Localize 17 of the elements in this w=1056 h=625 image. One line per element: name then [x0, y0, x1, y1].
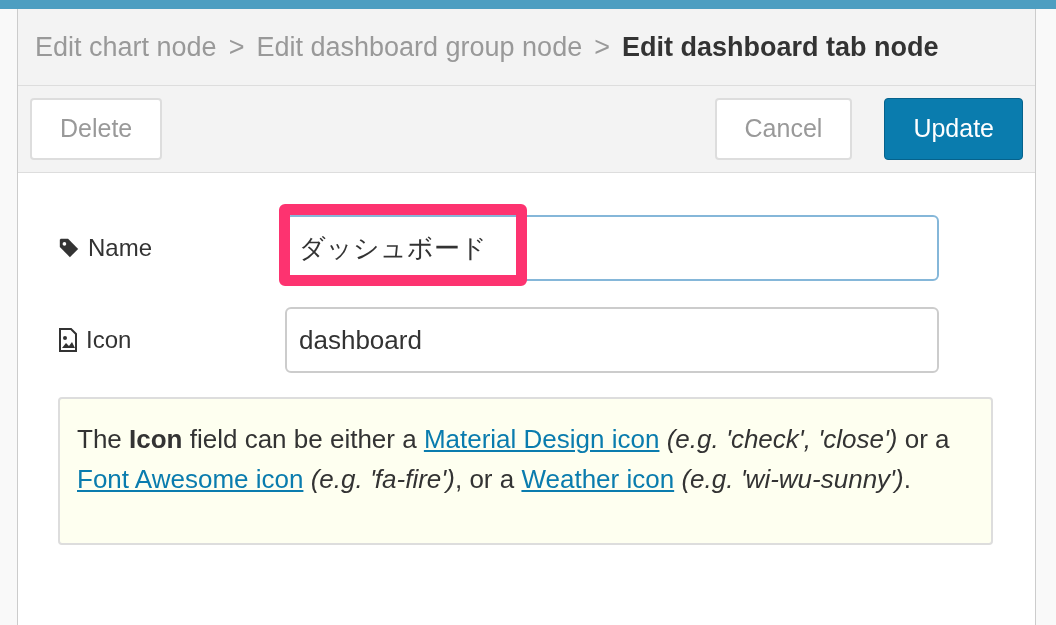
help-link[interactable]: Material Design icon: [423, 424, 660, 454]
text-field[interactable]: dashboard: [285, 307, 939, 373]
field-label: Icon: [86, 325, 132, 355]
breadcrumb-item: Edit dashboard tab node: [621, 30, 939, 64]
help-text: The Icon field can be either a Material Design icon (e.g. 'check', 'close') or a Font Awesome icon (e.g. 'fa-fire'), or a Weather icon (e.g. 'wi-wu-sunny').: [58, 397, 993, 545]
field-label: Name: [88, 233, 153, 263]
breadcrumb-item[interactable]: Edit chart node: [35, 26, 217, 68]
breadcrumb-separator: >: [594, 30, 610, 64]
delete-button[interactable]: Delete: [30, 98, 163, 160]
breadcrumb-separator: >: [228, 30, 245, 64]
tag-icon: [58, 237, 80, 259]
image-file-icon: [58, 328, 78, 352]
help-link[interactable]: Font Awesome icon: [77, 464, 304, 494]
cancel-button[interactable]: Cancel: [714, 98, 853, 160]
update-button[interactable]: Update: [884, 98, 1023, 160]
breadcrumb-item[interactable]: Edit dashboard group node: [256, 26, 583, 68]
help-link[interactable]: Weather icon: [521, 464, 675, 494]
